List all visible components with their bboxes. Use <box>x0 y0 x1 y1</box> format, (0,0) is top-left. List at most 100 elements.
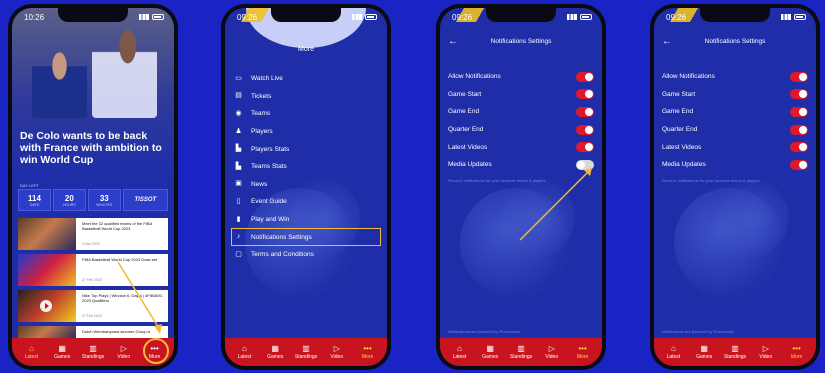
tab-latest[interactable]: ⌂ Latest <box>230 344 258 360</box>
tab-standings[interactable]: ▥ Standings <box>79 344 107 360</box>
setting-quarter-end: Quarter End <box>662 121 808 139</box>
battery-icon <box>152 14 164 20</box>
news-thumbnail <box>18 254 76 286</box>
tab-more[interactable]: ••• More <box>354 344 382 360</box>
toggle-switch[interactable] <box>790 71 808 82</box>
tab-bar: ⌂ Latest ▦ Games ▥ Standings ▷ Video ••• More <box>440 338 602 366</box>
play-icon: ▷ <box>548 344 555 353</box>
signal-icon <box>352 14 362 20</box>
menu-item-players-stats[interactable]: ▙ Players Stats <box>231 140 381 158</box>
battery-icon <box>794 14 806 20</box>
news-item[interactable]: Nike Top Plays | Window 6, Day 4 | #FIBA… <box>18 290 168 322</box>
news-icon: ▣ <box>235 180 242 188</box>
book-icon: ▯ <box>236 197 241 205</box>
countdown-days: 114 DAYS <box>18 189 51 211</box>
toggle-switch[interactable] <box>790 142 808 153</box>
standings-icon: ▥ <box>89 344 97 353</box>
tab-more[interactable]: ••• More <box>569 344 597 360</box>
play-icon: ▷ <box>762 344 769 353</box>
settings-hint: Receive notifications for your favourite… <box>662 177 760 183</box>
news-item[interactable]: Meet the 32 qualified teams of the FIBA … <box>18 218 168 250</box>
more-icon: ••• <box>792 344 801 353</box>
toggle-switch[interactable] <box>790 159 808 170</box>
toggle-switch[interactable] <box>576 71 594 82</box>
standings-icon: ▥ <box>517 344 525 353</box>
player-icon: ♟ <box>235 127 242 135</box>
background-logo <box>674 178 789 298</box>
tab-more[interactable]: ••• More <box>783 344 811 360</box>
stats-icon: ▙ <box>235 145 242 153</box>
phone-more: 09:26 More ▭ Watch Live ▤ Tickets ◉ Teams ♟… <box>221 4 391 370</box>
home-icon: ⌂ <box>670 344 676 353</box>
toggle-switch[interactable] <box>576 106 594 117</box>
setting-media-updates: Media Updates <box>662 156 808 174</box>
tab-latest[interactable]: ⌂ Latest <box>659 344 687 360</box>
phone-notifications-after: 09:26 ← Notifications Settings Allow Not… <box>650 4 820 370</box>
standings-icon: ▥ <box>302 344 310 353</box>
setting-allow-notifications: Allow Notifications <box>662 68 808 86</box>
news-item[interactable]: FIBA Basketball World Cup 2023 Draw set 2… <box>18 254 168 286</box>
tab-video[interactable]: ▷ Video <box>538 344 566 360</box>
menu-item-players[interactable]: ♟ Players <box>231 123 381 141</box>
toggle-switch[interactable] <box>576 159 594 170</box>
menu-item-news[interactable]: ▣ News <box>231 176 381 194</box>
toggle-switch[interactable] <box>790 124 808 135</box>
tv-icon: ▭ <box>235 74 242 82</box>
setting-quarter-end: Quarter End <box>448 121 594 139</box>
more-icon: ••• <box>363 344 372 353</box>
powered-by: Notifications are powered by Pushwoosh <box>448 329 521 334</box>
tab-more[interactable]: ••• More <box>141 338 169 364</box>
signal-icon <box>781 14 791 20</box>
tab-video[interactable]: ▷ Video <box>752 344 780 360</box>
stats-icon: ▙ <box>235 162 242 170</box>
toggle-switch[interactable] <box>576 142 594 153</box>
countdown-hours: 20 HOURS <box>52 189 86 211</box>
signal-icon <box>139 14 149 20</box>
page-title: Notifications Settings <box>704 38 766 45</box>
tab-games[interactable]: ▦ Games <box>48 344 76 360</box>
setting-game-end: Game End <box>448 103 594 121</box>
news-title: Dutch Wembanyama secures Group A <box>82 329 151 334</box>
tab-games[interactable]: ▦ Games <box>476 344 504 360</box>
menu-item-tickets[interactable]: ▤ Tickets <box>231 88 381 106</box>
menu-item-watch-live[interactable]: ▭ Watch Live <box>231 70 381 88</box>
tab-latest[interactable]: ⌂ Latest <box>445 344 473 360</box>
more-icon: ••• <box>150 344 159 353</box>
menu-item-play-and-win[interactable]: ▮ Play and Win <box>231 211 381 229</box>
status-time: 10:26 <box>24 12 45 22</box>
ticket-icon: ▤ <box>235 92 242 100</box>
countdown: 114 DAYS 20 HOURS 33 MINUTES TISSOT <box>18 189 168 211</box>
setting-latest-videos: Latest Videos <box>448 138 594 156</box>
menu-item-terms[interactable]: ▢ Terms and Conditions <box>231 246 381 264</box>
tab-video[interactable]: ▷ Video <box>323 344 351 360</box>
menu-item-teams-stats[interactable]: ▙ Teams Stats <box>231 158 381 176</box>
setting-allow-notifications: Allow Notifications <box>448 68 594 86</box>
news-date: 3 Mar 2023 <box>82 242 100 246</box>
tab-standings[interactable]: ▥ Standings <box>507 344 535 360</box>
more-icon: ••• <box>578 344 587 353</box>
home-icon: ⌂ <box>241 344 247 353</box>
toggle-switch[interactable] <box>576 124 594 135</box>
tab-standings[interactable]: ▥ Standings <box>721 344 749 360</box>
status-time: 09:26 <box>452 12 473 22</box>
powered-by: Notifications are powered by Pushwoosh <box>662 329 735 334</box>
tab-bar: ⌂ Latest ▦ Games ▥ Standings ▷ Video ••• More <box>12 338 174 366</box>
toggle-switch[interactable] <box>790 89 808 100</box>
menu-item-event-guide[interactable]: ▯ Event Guide <box>231 193 381 211</box>
play-icon: ▷ <box>120 344 127 353</box>
phone-latest: 10:26 De Colo wants to be back with Fran… <box>8 4 178 370</box>
setting-game-start: Game Start <box>448 86 594 104</box>
settings-list: Allow Notifications Game Start Game End … <box>448 68 594 183</box>
toggle-switch[interactable] <box>576 89 594 100</box>
toggle-switch[interactable] <box>790 106 808 117</box>
tab-games[interactable]: ▦ Games <box>690 344 718 360</box>
menu-item-notifications-settings[interactable]: ♪ Notifications Settings <box>231 228 381 246</box>
menu-item-teams[interactable]: ◉ Teams <box>231 105 381 123</box>
hero-headline[interactable]: De Colo wants to be back with France wit… <box>20 130 170 166</box>
play-icon: ▷ <box>333 344 340 353</box>
tab-standings[interactable]: ▥ Standings <box>292 344 320 360</box>
tab-games[interactable]: ▦ Games <box>261 344 289 360</box>
tab-video[interactable]: ▷ Video <box>110 344 138 360</box>
bookmark-icon: ▮ <box>236 215 241 223</box>
tab-latest[interactable]: ⌂ Latest <box>17 344 45 360</box>
